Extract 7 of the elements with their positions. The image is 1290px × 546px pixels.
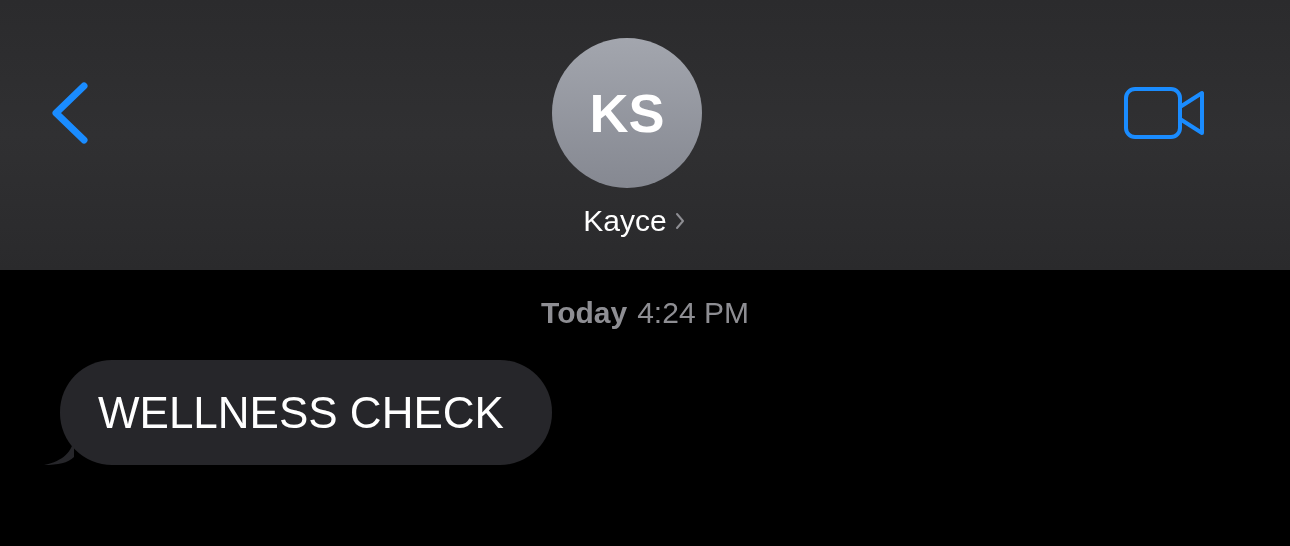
timestamp-time: 4:24 PM (637, 296, 749, 330)
timestamp-day: Today (541, 296, 628, 330)
chevron-icon (674, 212, 685, 230)
message-bubble: WELLNESS CHECK (60, 360, 552, 465)
video-camera-icon[interactable] (1124, 87, 1206, 139)
contact-name[interactable]: Kayce (583, 204, 667, 238)
back-icon[interactable] (50, 82, 90, 144)
